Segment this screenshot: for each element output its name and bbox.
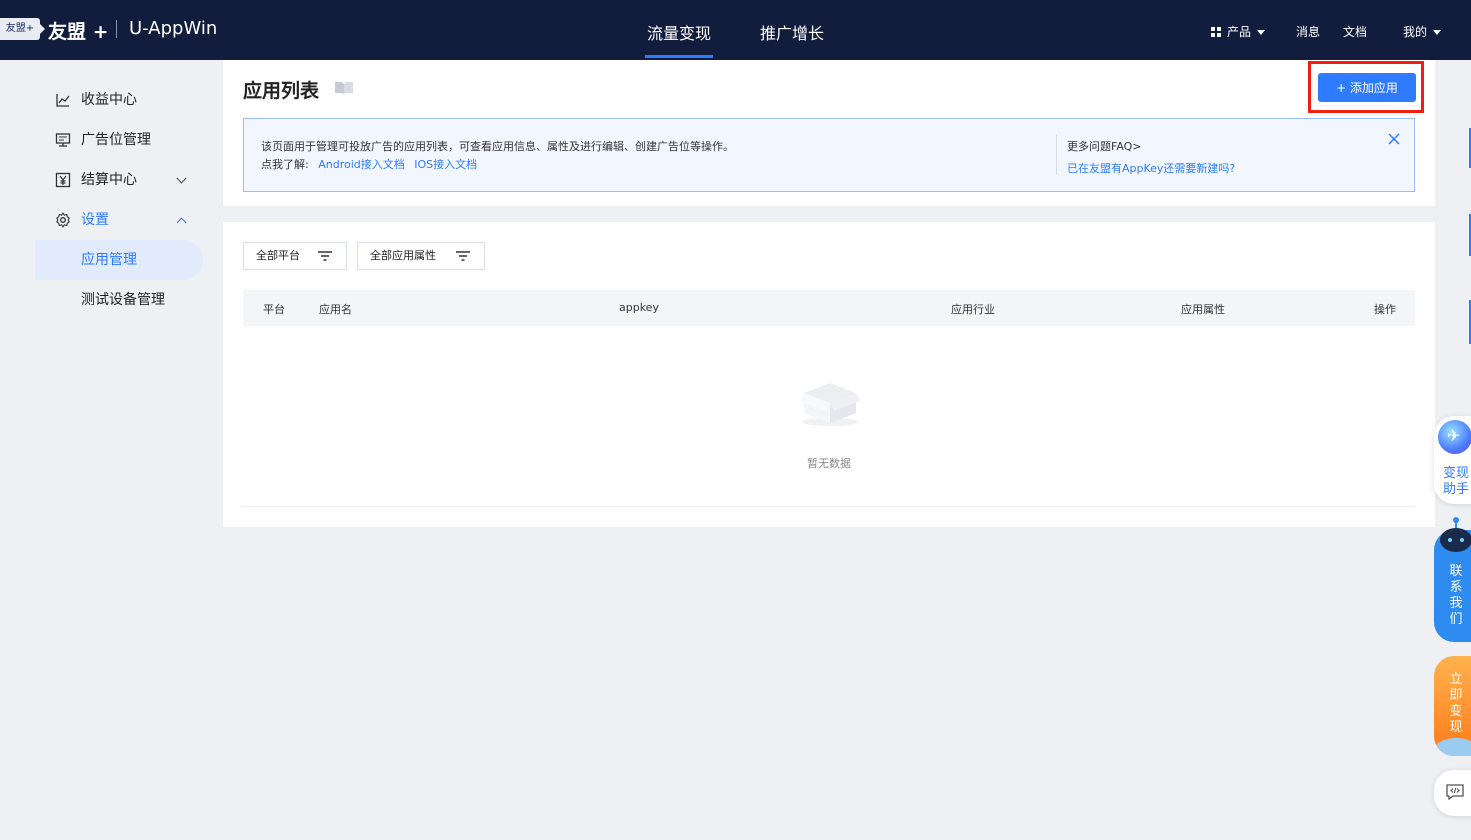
empty-state-text: 暂无数据 (807, 457, 851, 470)
start-monetizing-button[interactable]: 立即变现 (1434, 656, 1471, 756)
caret-down-icon (1257, 30, 1266, 35)
products-label: 产品 (1227, 25, 1252, 39)
page-header-card: 应用列表 + 添加应用 该页面用于管理可投放广告的应用列表，可查看应用信息、属性… (223, 60, 1435, 206)
table-header: 平台 应用名 appkey 应用行业 应用属性 操作 (243, 290, 1415, 326)
column-app-name: 应用名 (319, 303, 352, 316)
close-icon[interactable] (1388, 133, 1400, 145)
notice-divider (1056, 135, 1057, 175)
empty-box-icon (800, 383, 860, 426)
gear-icon (56, 212, 70, 228)
product-name: U-AppWin (129, 18, 218, 39)
chevron-down-icon (176, 173, 187, 184)
sidebar-item-ad-slots[interactable]: 广告位管理 (35, 120, 203, 160)
column-actions: 操作 (1374, 303, 1396, 316)
column-platform: 平台 (263, 303, 285, 316)
sidebar-item-app-management[interactable]: 应用管理 (35, 240, 203, 280)
brand-divider (116, 20, 117, 38)
sidebar-item-label: 测试设备管理 (81, 292, 165, 308)
filter-icon (456, 251, 470, 261)
page-title: 应用列表 (243, 80, 320, 102)
chart-line-icon (56, 94, 70, 107)
sidebar-item-test-devices[interactable]: 测试设备管理 (35, 280, 203, 320)
add-app-button[interactable]: + 添加应用 (1318, 73, 1416, 102)
table-bottom-divider (243, 506, 1415, 507)
docs-link[interactable]: 文档 (1343, 23, 1367, 40)
sidebar-item-settlement[interactable]: 结算中心 (35, 160, 203, 200)
attribute-filter[interactable]: 全部应用属性 (357, 242, 485, 270)
yen-icon (55, 172, 71, 188)
account-label: 我的 (1403, 25, 1428, 39)
ios-docs-link[interactable]: IOS接入文档 (414, 158, 477, 171)
sidebar-item-label: 广告位管理 (81, 132, 151, 148)
app-list-card: 全部平台 全部应用属性 平台 应用名 appkey 应用行业 应用属性 操作 暂… (223, 222, 1435, 527)
sidebar-item-label: 收益中心 (81, 92, 137, 108)
caret-down-icon (1433, 30, 1442, 35)
faq-link[interactable]: 更多问题FAQ> (1067, 138, 1142, 154)
monitor-icon (55, 133, 71, 147)
column-attribute: 应用属性 (1181, 303, 1225, 316)
monetize-label: 立即变现 (1449, 672, 1463, 735)
top-bar: 友盟+ 友盟 + U-AppWin 流量变现 推广增长 产品 消息 文档 我的 (0, 0, 1471, 60)
sidebar-item-revenue[interactable]: 收益中心 (35, 80, 203, 120)
android-docs-link[interactable]: Android接入文档 (318, 158, 405, 171)
column-industry: 应用行业 (951, 303, 995, 316)
sidebar: 收益中心 广告位管理 结算中心 设置 应用管理 测试设备管理 (0, 60, 222, 840)
grid-icon (1211, 27, 1221, 37)
platform-filter[interactable]: 全部平台 (243, 242, 347, 270)
appkey-faq-link[interactable]: 已在友盟有AppKey还需要新建吗? (1067, 160, 1235, 176)
brand-logo[interactable]: 友盟 + (48, 17, 109, 44)
code-chat-icon (1446, 784, 1464, 800)
column-appkey: appkey (619, 301, 659, 314)
sidebar-item-label: 结算中心 (81, 172, 137, 188)
tab-traffic-monetization[interactable]: 流量变现 (644, 20, 714, 58)
notice-text: 该页面用于管理可投放广告的应用列表，可查看应用信息、属性及进行编辑、创建广告位等… (261, 140, 734, 153)
messages-link[interactable]: 消息 (1296, 23, 1320, 40)
robot-icon (1440, 517, 1471, 552)
contact-us-button[interactable]: 联系我们 (1434, 517, 1471, 642)
sidebar-item-label: 设置 (81, 212, 109, 228)
filter-label: 全部应用属性 (370, 249, 436, 262)
book-icon[interactable] (334, 81, 354, 95)
learn-prefix: 点我了解: (261, 158, 309, 171)
monetization-assistant-button[interactable]: 变现助手 (1434, 416, 1471, 504)
account-menu[interactable]: 我的 (1403, 23, 1442, 40)
contact-label: 联系我们 (1449, 564, 1463, 627)
sidebar-item-label: 应用管理 (81, 252, 137, 268)
tab-promotion-growth[interactable]: 推广增长 (760, 20, 824, 44)
filter-icon (318, 251, 332, 261)
feedback-button[interactable] (1434, 770, 1471, 816)
notice-learn-more: 点我了解: Android接入文档 IOS接入文档 (261, 156, 477, 172)
logo-badge[interactable]: 友盟+ (0, 18, 45, 40)
products-menu[interactable]: 产品 (1211, 23, 1266, 40)
assistant-label: 变现助手 (1442, 466, 1469, 497)
chevron-up-icon (176, 217, 187, 228)
sidebar-item-settings[interactable]: 设置 (35, 200, 203, 240)
notice-banner: 该页面用于管理可投放广告的应用列表，可查看应用信息、属性及进行编辑、创建广告位等… (243, 118, 1415, 192)
filter-label: 全部平台 (256, 249, 300, 262)
assistant-avatar-icon (1438, 420, 1471, 454)
